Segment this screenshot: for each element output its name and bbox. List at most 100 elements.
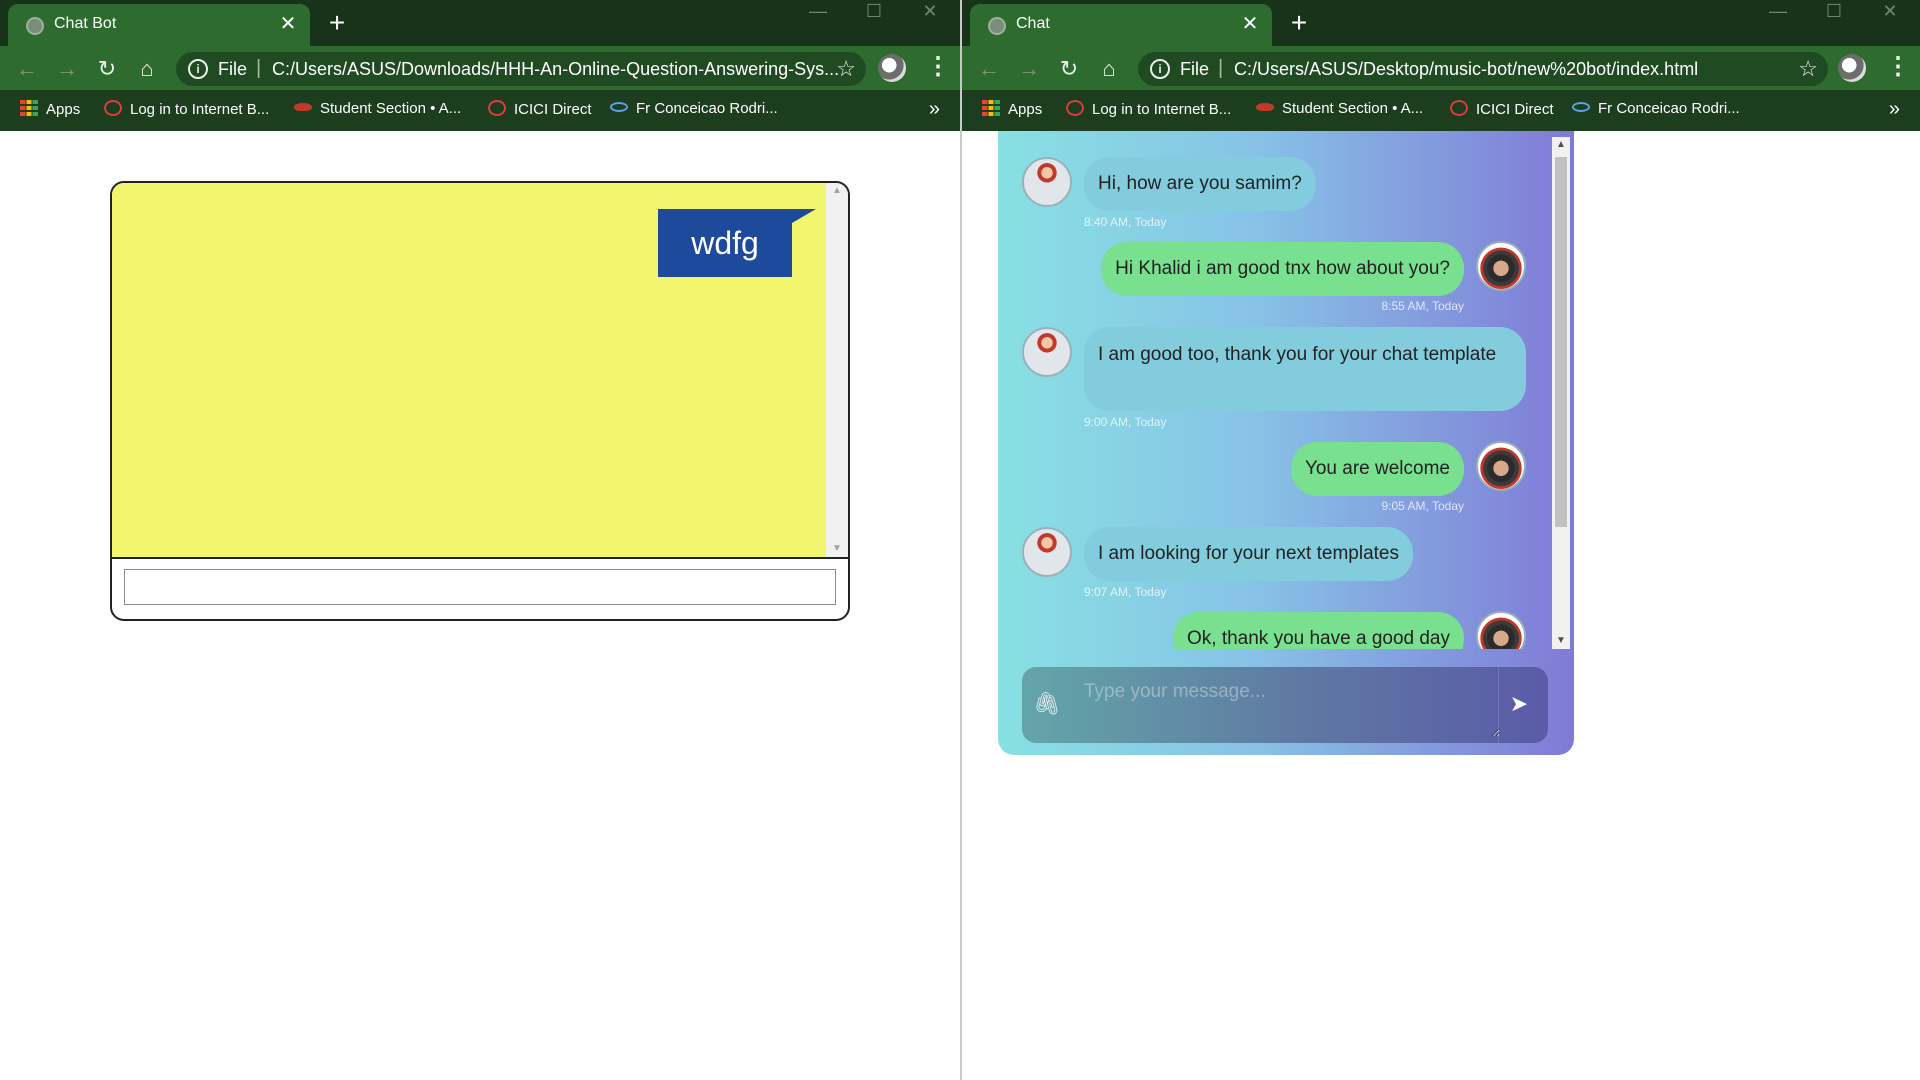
scroll-up-arrow-icon[interactable]: ▲ [1552, 137, 1570, 153]
icici-icon [1450, 100, 1468, 116]
student-icon [294, 103, 312, 111]
divider [112, 557, 848, 559]
tab-title: Chat Bot [54, 15, 117, 32]
scroll-down-arrow-icon[interactable]: ▼ [826, 541, 848, 557]
message-input[interactable] [1074, 675, 1500, 737]
message-composer: 🖇 ➤ [1022, 667, 1548, 743]
bot-avatar [1022, 157, 1072, 207]
minimize-button[interactable]: — [1750, 0, 1806, 24]
message-bubble-bot: I am looking for your next templates [1084, 527, 1413, 581]
new-tab-button[interactable]: + [322, 8, 352, 38]
chat-input[interactable] [124, 569, 836, 605]
browser-chrome: Chat Bot ✕ + — ☐ ✕ ← → ↻ ⌂ i File | C:/U… [0, 0, 960, 131]
home-icon[interactable]: ⌂ [132, 54, 162, 84]
link-icon [610, 102, 628, 112]
close-tab-icon[interactable]: ✕ [1238, 12, 1262, 36]
message-list-scrollbar[interactable]: ▲ ▼ [1552, 137, 1570, 649]
bubble-tail [792, 209, 816, 223]
tab-chat[interactable]: Chat ✕ [970, 4, 1272, 46]
bookmarks-overflow-icon[interactable]: » [929, 98, 940, 121]
message-timestamp: 9:05 AM, Today [1381, 499, 1465, 513]
url-text: C:/Users/ASUS/Downloads/HHH-An-Online-Qu… [272, 59, 840, 79]
bookmark-icici-direct[interactable]: ICICI Direct [488, 100, 592, 120]
scroll-up-arrow-icon[interactable]: ▲ [826, 183, 848, 199]
bookmark-student-section[interactable]: Student Section • A... [294, 100, 461, 120]
info-icon[interactable]: i [1150, 59, 1170, 79]
bookmark-fr-conceicao[interactable]: Fr Conceicao Rodri... [1572, 100, 1740, 120]
message-list: Hi, how are you samim? 8:40 AM, Today Hi… [998, 131, 1574, 649]
browser-toolbar: ← → ↻ ⌂ i File | C:/Users/ASUS/Downloads… [0, 46, 960, 90]
forward-arrow-icon[interactable]: → [52, 54, 82, 84]
student-icon [1256, 103, 1274, 111]
divider [1498, 667, 1499, 743]
address-bar[interactable]: i File | C:/Users/ASUS/Desktop/music-bot… [1138, 52, 1828, 86]
message-timestamp: 9:07 AM, Today [1084, 585, 1167, 599]
tab-strip: Chat Bot ✕ + — ☐ ✕ [0, 0, 960, 46]
message-bubble-user: Hi Khalid i am good tnx how about you? [1101, 242, 1464, 296]
url-separator: | [256, 57, 262, 79]
link-icon [1572, 102, 1590, 112]
icici-icon [488, 100, 506, 116]
close-tab-icon[interactable]: ✕ [276, 12, 300, 36]
chatbot-container: wdfg ▲ ▼ [110, 181, 850, 621]
send-icon[interactable]: ➤ [1504, 689, 1534, 719]
reload-icon[interactable]: ↻ [1054, 54, 1084, 84]
user-message-bubble: wdfg [658, 209, 792, 277]
bookmarks-overflow-icon[interactable]: » [1889, 98, 1900, 121]
back-arrow-icon[interactable]: ← [12, 54, 42, 84]
user-avatar [1476, 241, 1526, 291]
forward-arrow-icon[interactable]: → [1014, 54, 1044, 84]
browser-toolbar: ← → ↻ ⌂ i File | C:/Users/ASUS/Desktop/m… [962, 46, 1920, 90]
bookmark-internet-banking[interactable]: Log in to Internet B... [1066, 100, 1231, 120]
close-window-button[interactable]: ✕ [1862, 0, 1918, 24]
info-icon[interactable]: i [188, 59, 208, 79]
browser-window-left: Chat Bot ✕ + — ☐ ✕ ← → ↻ ⌂ i File | C:/U… [0, 0, 960, 1080]
apps-grid-icon [982, 100, 1000, 116]
menu-kebab-icon[interactable]: ⋮ [1886, 55, 1910, 80]
new-tab-button[interactable]: + [1284, 8, 1314, 38]
bookmark-star-icon[interactable]: ☆ [836, 56, 856, 82]
browser-chrome: Chat ✕ + — ☐ ✕ ← → ↻ ⌂ i File | C:/Users… [962, 0, 1920, 131]
reload-icon[interactable]: ↻ [92, 54, 122, 84]
bookmark-student-section[interactable]: Student Section • A... [1256, 100, 1423, 120]
bookmarks-bar: Apps Log in to Internet B... Student Sec… [0, 90, 960, 131]
chat-log-scrollbar[interactable]: ▲ ▼ [826, 183, 848, 557]
bookmarks-bar: Apps Log in to Internet B... Student Sec… [962, 90, 1920, 131]
bank-icon [1066, 100, 1084, 116]
profile-avatar[interactable] [878, 54, 906, 82]
page-viewport: wdfg ▲ ▼ [0, 131, 960, 1080]
menu-kebab-icon[interactable]: ⋮ [926, 55, 950, 80]
url-scheme: File [218, 59, 248, 79]
message-timestamp: 9:00 AM, Today [1084, 415, 1167, 429]
maximize-button[interactable]: ☐ [1806, 0, 1862, 24]
message-bubble-bot: I am good too, thank you for your chat t… [1084, 327, 1526, 411]
globe-icon [26, 17, 44, 35]
apps-grid-icon [20, 100, 38, 116]
address-bar[interactable]: i File | C:/Users/ASUS/Downloads/HHH-An-… [176, 52, 866, 86]
message-bubble-user: You are welcome [1290, 442, 1464, 496]
bookmark-fr-conceicao[interactable]: Fr Conceicao Rodri... [610, 100, 778, 120]
paperclip-icon[interactable]: 🖇 [1032, 689, 1062, 719]
url-text: C:/Users/ASUS/Desktop/music-bot/new%20bo… [1234, 59, 1699, 79]
url-separator: | [1218, 57, 1224, 79]
close-window-button[interactable]: ✕ [902, 0, 958, 24]
tab-title: Chat [1016, 15, 1050, 32]
bookmark-apps[interactable]: Apps [20, 100, 80, 120]
user-avatar [1476, 611, 1526, 649]
chat-log: wdfg [112, 183, 828, 557]
bot-avatar [1022, 327, 1072, 377]
minimize-button[interactable]: — [790, 0, 846, 24]
bookmark-apps[interactable]: Apps [982, 100, 1042, 120]
maximize-button[interactable]: ☐ [846, 0, 902, 24]
user-avatar [1476, 441, 1526, 491]
home-icon[interactable]: ⌂ [1094, 54, 1124, 84]
back-arrow-icon[interactable]: ← [974, 54, 1004, 84]
profile-avatar[interactable] [1838, 54, 1866, 82]
scroll-down-arrow-icon[interactable]: ▼ [1552, 633, 1570, 649]
scrollbar-thumb[interactable] [1555, 157, 1567, 527]
bookmark-icici-direct[interactable]: ICICI Direct [1450, 100, 1554, 120]
tab-chat-bot[interactable]: Chat Bot ✕ [8, 4, 310, 46]
bookmark-internet-banking[interactable]: Log in to Internet B... [104, 100, 269, 120]
bookmark-star-icon[interactable]: ☆ [1798, 56, 1818, 82]
bank-icon [104, 100, 122, 116]
